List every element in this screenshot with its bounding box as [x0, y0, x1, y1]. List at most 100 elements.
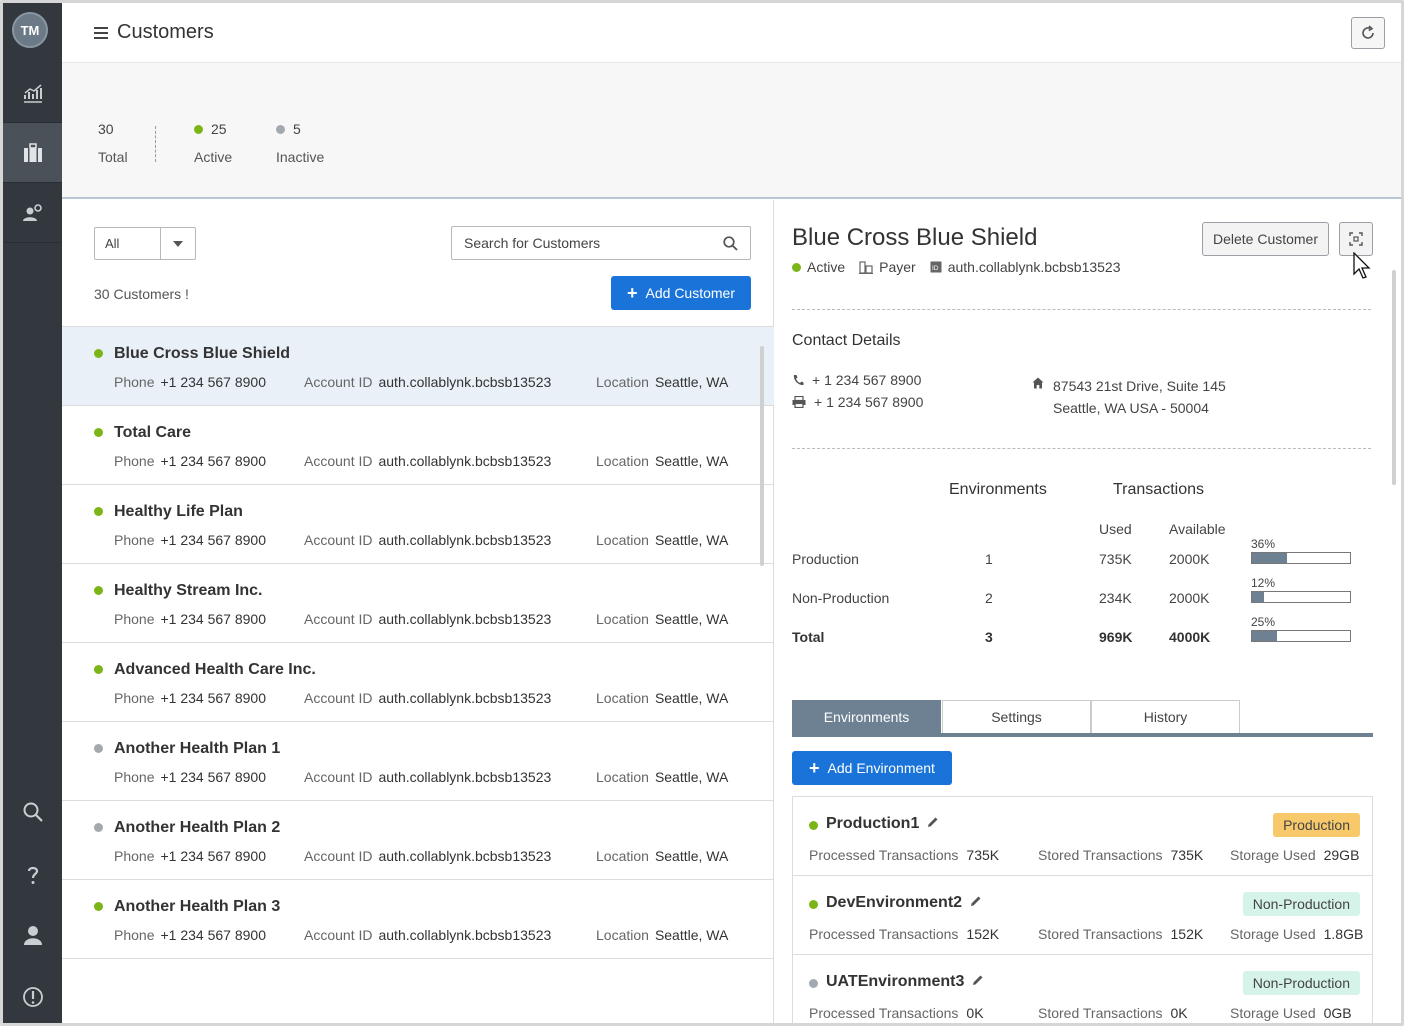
usage-row-envs: 1: [985, 551, 993, 567]
environment-row[interactable]: DevEnvironment2 Non-Production Processed T…: [793, 876, 1372, 955]
customer-location: Location Seattle, WA: [596, 927, 728, 943]
status-dot: [94, 349, 103, 358]
customer-phone: Phone +1 234 567 8900: [114, 453, 266, 469]
tab-history[interactable]: History: [1091, 700, 1240, 733]
customer-row[interactable]: Total Care Phone +1 234 567 8900 Account ID…: [62, 406, 774, 485]
nav-help[interactable]: [3, 845, 62, 905]
customer-type: Payer: [879, 259, 916, 275]
environment-storage-used: Storage Used 1.8GB: [1230, 926, 1363, 942]
tab-environments[interactable]: Environments: [792, 700, 941, 733]
environment-storage-used-value: 29GB: [1323, 847, 1360, 863]
customer-name[interactable]: Advanced Health Care Inc.: [114, 661, 316, 679]
customer-name[interactable]: Healthy Life Plan: [114, 503, 243, 521]
customer-location-label: Location: [596, 769, 649, 785]
customer-name[interactable]: Blue Cross Blue Shield: [114, 345, 290, 363]
environment-stored-transactions-value: 735K: [1170, 847, 1204, 863]
status-dot: [94, 428, 103, 437]
status-filter-select[interactable]: All: [94, 227, 196, 260]
customer-location: Location Seattle, WA: [596, 769, 728, 785]
customer-name[interactable]: Healthy Stream Inc.: [114, 582, 263, 600]
plus-icon: +: [809, 758, 820, 778]
usage-percent-label: 12%: [1251, 576, 1276, 590]
customer-location-value: Seattle, WA: [654, 927, 729, 943]
environment-processed-transactions-label: Processed Transactions: [809, 847, 959, 863]
customer-row[interactable]: Another Health Plan 3 Phone +1 234 567 890…: [62, 880, 774, 959]
customer-account-id: Account ID auth.collablynk.bcbsb13523: [304, 532, 551, 548]
customer-account-id-label: Account ID: [304, 453, 373, 469]
search-input[interactable]: [452, 227, 712, 259]
contact-phone: + 1 234 567 8900: [792, 372, 921, 388]
nav-analytics[interactable]: [3, 63, 62, 123]
question-icon: [27, 866, 38, 884]
search-icon[interactable]: [723, 236, 738, 251]
edit-icon[interactable]: [970, 894, 982, 912]
contact-details-title: Contact Details: [792, 332, 901, 349]
tab-settings[interactable]: Settings: [942, 700, 1091, 733]
expand-button[interactable]: [1339, 222, 1373, 256]
customer-location-value: Seattle, WA: [654, 532, 729, 548]
contact-address: 87543 21st Drive, Suite 145 Seattle, WA …: [1053, 375, 1226, 419]
customer-phone-value: +1 234 567 8900: [160, 927, 266, 943]
usage-row-label: Total: [792, 629, 825, 645]
customer-phone-label: Phone: [114, 611, 155, 627]
contact-phone-value: + 1 234 567 8900: [812, 372, 922, 388]
customer-phone: Phone +1 234 567 8900: [114, 532, 266, 548]
add-environment-button[interactable]: + Add Environment: [792, 751, 952, 785]
add-customer-button[interactable]: + Add Customer: [611, 276, 751, 310]
customer-phone-label: Phone: [114, 848, 155, 864]
nav-profile[interactable]: [3, 905, 62, 965]
customer-account-id-value: auth.collablynk.bcbsb13523: [378, 611, 552, 627]
org-icon: [859, 260, 874, 274]
chart-icon: [23, 83, 42, 103]
usage-used-header: Used: [1099, 521, 1132, 537]
customer-name[interactable]: Total Care: [114, 424, 191, 442]
customer-name[interactable]: Another Health Plan 3: [114, 898, 280, 916]
customer-search: [451, 226, 751, 260]
customer-location-label: Location: [596, 453, 649, 469]
stat-active: 25 Active: [194, 121, 232, 165]
customer-account-id-label: Account ID: [304, 690, 373, 706]
customer-phone: Phone +1 234 567 8900: [114, 927, 266, 943]
edit-icon[interactable]: [972, 973, 984, 991]
customer-name[interactable]: Another Health Plan 1: [114, 740, 280, 758]
nav-customers[interactable]: [3, 123, 62, 183]
nav-user-settings[interactable]: [3, 183, 62, 243]
menu-icon[interactable]: [94, 26, 108, 39]
customer-phone-label: Phone: [114, 927, 155, 943]
environment-row[interactable]: Production1 Production Processed Transacti…: [793, 797, 1372, 876]
usage-row-label: Production: [792, 551, 859, 567]
chevron-down-icon[interactable]: [161, 228, 195, 259]
detail-scrollbar[interactable]: [1392, 270, 1396, 485]
list-scrollbar[interactable]: [760, 346, 764, 566]
customer-row[interactable]: Another Health Plan 1 Phone +1 234 567 890…: [62, 722, 774, 801]
customer-row[interactable]: Healthy Life Plan Phone +1 234 567 8900 Acc…: [62, 485, 774, 564]
customer-row[interactable]: Healthy Stream Inc. Phone +1 234 567 8900 A…: [62, 564, 774, 643]
environment-name-text[interactable]: DevEnvironment2: [826, 894, 962, 912]
customer-location-value: Seattle, WA: [654, 848, 729, 864]
refresh-icon: [1362, 25, 1374, 39]
delete-customer-button[interactable]: Delete Customer: [1202, 222, 1329, 256]
refresh-button[interactable]: [1351, 17, 1385, 49]
customer-row[interactable]: Another Health Plan 2 Phone +1 234 567 890…: [62, 801, 774, 880]
environment-name-text[interactable]: UATEnvironment3: [826, 973, 964, 991]
environment-name-text[interactable]: Production1: [826, 815, 919, 833]
customer-row[interactable]: Advanced Health Care Inc. Phone +1 234 567…: [62, 643, 774, 722]
nav-search[interactable]: [3, 782, 62, 842]
divider: [792, 448, 1371, 449]
usage-progress-bar: [1251, 630, 1351, 642]
usage-row-available: 2000K: [1169, 551, 1210, 567]
customer-row[interactable]: Blue Cross Blue Shield Phone +1 234 567 89…: [62, 327, 774, 406]
customer-account-id-label: Account ID: [304, 848, 373, 864]
environment-row[interactable]: UATEnvironment3 Non-Production Processed T…: [793, 955, 1372, 1023]
customer-account-id: Account ID auth.collablynk.bcbsb13523: [304, 927, 551, 943]
status-filter-value: All: [95, 228, 161, 259]
customer-location-label: Location: [596, 848, 649, 864]
customer-location: Location Seattle, WA: [596, 374, 728, 390]
nav-alerts[interactable]: [3, 967, 62, 1023]
edit-icon[interactable]: [927, 815, 939, 833]
customer-name[interactable]: Another Health Plan 2: [114, 819, 280, 837]
avatar[interactable]: TM: [12, 12, 48, 48]
add-customer-label: Add Customer: [645, 285, 735, 301]
customer-phone-value: +1 234 567 8900: [160, 611, 266, 627]
customer-phone-label: Phone: [114, 374, 155, 390]
